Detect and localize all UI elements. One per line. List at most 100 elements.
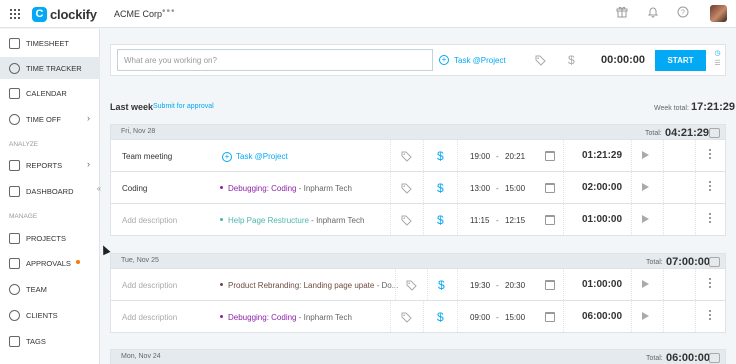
- billable-dollar-icon[interactable]: $: [437, 150, 444, 162]
- time-entry-row[interactable]: Add description Help Page Restructure - …: [110, 204, 726, 236]
- time-entry-row[interactable]: Team meeting + Task @Project $ 19:00 - 2…: [110, 140, 726, 172]
- sidebar-item-projects[interactable]: PROJECTS: [0, 227, 100, 249]
- calendar-icon[interactable]: [545, 183, 555, 193]
- play-icon[interactable]: [642, 151, 649, 159]
- tag-icon[interactable]: [401, 151, 412, 162]
- billable-dollar-icon[interactable]: $: [437, 214, 444, 226]
- entry-project[interactable]: Debugging: Coding - Inpharm Tech: [228, 184, 352, 193]
- bulk-edit-icon[interactable]: [709, 257, 720, 267]
- gift-icon[interactable]: [615, 6, 629, 20]
- collapse-sidebar-icon[interactable]: «: [93, 183, 105, 195]
- entry-end-time[interactable]: 20:30: [505, 281, 525, 290]
- sidebar-item-time-tracker[interactable]: TIME TRACKER: [0, 57, 100, 79]
- entry-start-time[interactable]: 13:00: [470, 184, 490, 193]
- entry-description[interactable]: Coding: [122, 184, 147, 193]
- manual-mode-icon[interactable]: ☰: [713, 59, 722, 69]
- submit-for-approval-link[interactable]: Submit for approval: [153, 103, 214, 110]
- entry-start-time[interactable]: 11:15: [470, 216, 489, 225]
- timer-mode-icon[interactable]: ◷: [713, 49, 722, 59]
- play-icon[interactable]: [642, 183, 649, 191]
- tag-icon[interactable]: [535, 55, 546, 66]
- entry-end-time[interactable]: 20:21: [505, 152, 525, 161]
- time-separator: -: [496, 313, 499, 322]
- mode-toggle[interactable]: ◷ ☰: [713, 49, 722, 69]
- entry-end-time[interactable]: 15:00: [505, 313, 525, 322]
- entry-project[interactable]: Product Rebranding: Landing page upate -…: [228, 281, 398, 290]
- entry-duration[interactable]: 01:21:29: [582, 150, 622, 161]
- sidebar-item-team[interactable]: TEAM: [0, 278, 100, 300]
- sidebar-item-time-off[interactable]: TIME OFF ›: [0, 108, 100, 130]
- project-picker[interactable]: Task @Project: [454, 56, 506, 65]
- clients-icon: [9, 309, 20, 321]
- entry-project[interactable]: Debugging: Coding - Inpharm Tech: [228, 313, 352, 322]
- sidebar-item-approvals[interactable]: APPROVALS: [0, 252, 100, 274]
- entry-description[interactable]: Team meeting: [122, 152, 172, 161]
- time-entry-row[interactable]: Coding Debugging: Coding - Inpharm Tech …: [110, 172, 726, 204]
- calendar-icon[interactable]: [545, 215, 555, 225]
- calendar-icon[interactable]: [545, 280, 555, 290]
- entry-duration[interactable]: 02:00:00: [582, 182, 622, 193]
- user-avatar[interactable]: [710, 5, 727, 22]
- bell-icon[interactable]: [646, 6, 660, 20]
- more-options-icon[interactable]: [709, 310, 712, 322]
- workspace-menu-icon[interactable]: •••: [162, 6, 176, 17]
- time-entry-row[interactable]: Add description Product Rebranding: Land…: [110, 269, 726, 301]
- day-date: Mon, Nov 24: [121, 353, 161, 360]
- divider: [695, 269, 696, 300]
- tag-icon[interactable]: [401, 183, 412, 194]
- sidebar-item-dashboard[interactable]: DASHBOARD: [0, 180, 100, 202]
- entry-start-time[interactable]: 19:00: [470, 152, 490, 161]
- tag-icon[interactable]: [406, 280, 417, 291]
- entry-duration[interactable]: 01:00:00: [582, 214, 622, 225]
- section-label-manage: MANAGE: [9, 213, 38, 220]
- entry-end-time[interactable]: 15:00: [505, 184, 525, 193]
- project-name: Product Rebranding: Landing page upate: [228, 281, 375, 290]
- sidebar-item-tags[interactable]: TAGS: [0, 330, 100, 352]
- sidebar-item-timesheet[interactable]: TIMESHEET: [0, 32, 100, 54]
- workspace-name[interactable]: ACME Corp: [114, 9, 162, 19]
- entry-end-time[interactable]: 12:15: [505, 216, 525, 225]
- entry-duration[interactable]: 01:00:00: [582, 279, 622, 290]
- calendar-icon[interactable]: [545, 312, 555, 322]
- entry-description[interactable]: Add description: [122, 281, 177, 290]
- billable-dollar-icon[interactable]: $: [437, 311, 444, 323]
- entry-start-time[interactable]: 19:30: [470, 281, 490, 290]
- time-entry-row[interactable]: Add description Debugging: Coding - Inph…: [110, 301, 726, 333]
- clockify-logo[interactable]: C clockify: [32, 5, 97, 23]
- sidebar-item-label: TIMESHEET: [26, 38, 69, 48]
- approvals-badge: [76, 260, 80, 264]
- more-options-icon[interactable]: [709, 181, 712, 193]
- divider: [631, 172, 632, 203]
- add-project-icon[interactable]: +: [439, 55, 449, 65]
- more-options-icon[interactable]: [709, 278, 712, 290]
- play-icon[interactable]: [642, 280, 649, 288]
- tag-icon[interactable]: [401, 312, 412, 323]
- client-name: - Inpharm Tech: [311, 216, 365, 225]
- more-options-icon[interactable]: [709, 213, 712, 225]
- tag-icon[interactable]: [401, 215, 412, 226]
- entry-duration[interactable]: 06:00:00: [582, 311, 622, 322]
- divider: [663, 140, 664, 171]
- help-icon[interactable]: ?: [676, 6, 690, 20]
- billable-dollar-icon[interactable]: $: [437, 182, 444, 194]
- entry-start-time[interactable]: 09:00: [470, 313, 490, 322]
- billable-dollar-icon[interactable]: $: [438, 279, 445, 291]
- play-icon[interactable]: [642, 312, 649, 320]
- entry-project-link[interactable]: Task @Project: [236, 152, 288, 161]
- add-project-icon[interactable]: +: [222, 152, 232, 162]
- bulk-edit-icon[interactable]: [709, 128, 720, 138]
- bulk-edit-icon[interactable]: [709, 353, 720, 363]
- billable-dollar-icon[interactable]: $: [568, 54, 575, 66]
- calendar-icon[interactable]: [545, 151, 555, 161]
- play-icon[interactable]: [642, 215, 649, 223]
- sidebar-item-calendar[interactable]: CALENDAR: [0, 82, 100, 104]
- more-options-icon[interactable]: [709, 149, 712, 161]
- description-input[interactable]: [117, 49, 433, 71]
- sidebar-item-reports[interactable]: REPORTS ›: [0, 154, 100, 176]
- apps-grid-icon[interactable]: [10, 9, 20, 19]
- entry-description[interactable]: Add description: [122, 216, 177, 225]
- entry-description[interactable]: Add description: [122, 313, 177, 322]
- entry-project[interactable]: Help Page Restructure - Inpharm Tech: [228, 216, 364, 225]
- start-button[interactable]: START: [655, 50, 706, 71]
- sidebar-item-clients[interactable]: CLIENTS: [0, 304, 100, 326]
